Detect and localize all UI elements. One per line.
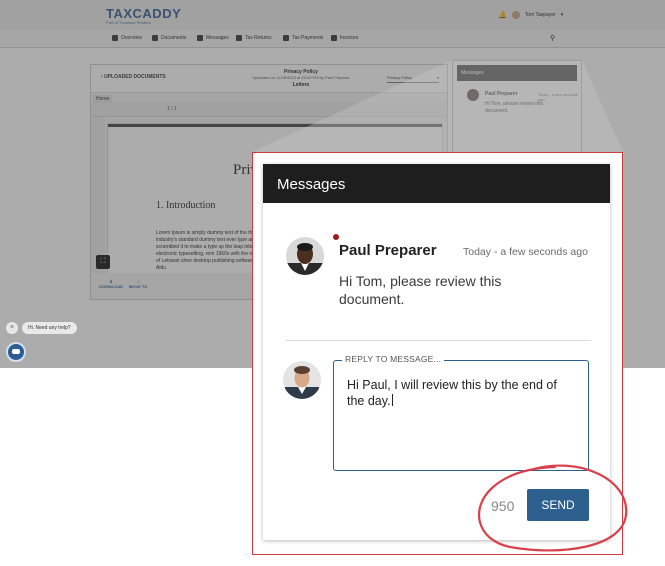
- divider: [286, 340, 591, 341]
- send-button[interactable]: SEND: [527, 489, 589, 521]
- reply-textarea[interactable]: REPLY TO MESSAGE... Hi Paul, I will revi…: [333, 354, 589, 471]
- messages-card: Messages Paul Preparer Today - a few sec…: [263, 164, 610, 540]
- reply-text: Hi Paul, I will review this by the end o…: [347, 377, 572, 409]
- reply-text-value: Hi Paul, I will review this by the end o…: [347, 378, 557, 408]
- screenshot-stage: TAXCADDY Part of Thomson Reuters 🔔 Tom T…: [0, 0, 665, 566]
- sender-name: Paul Preparer: [339, 242, 437, 259]
- user-avatar: [283, 361, 321, 399]
- messages-title: Messages: [277, 176, 346, 193]
- zoomed-messages-frame: Messages Paul Preparer Today - a few sec…: [252, 152, 623, 555]
- help-chat-text[interactable]: Hi. Need any help?: [22, 322, 77, 334]
- messages-header: Messages: [263, 164, 610, 203]
- reply-label: REPLY TO MESSAGE...: [342, 354, 445, 364]
- chat-launcher-button[interactable]: [6, 342, 26, 362]
- unread-indicator: [333, 234, 339, 240]
- close-icon[interactable]: ×: [6, 322, 18, 334]
- message-text: Hi Tom, please review this document.: [339, 273, 502, 307]
- character-count: 950: [491, 498, 515, 514]
- help-chat-hint: × Hi. Need any help?: [6, 322, 77, 334]
- sender-avatar: [286, 237, 324, 275]
- text-cursor: [391, 394, 393, 406]
- message-timestamp: Today - a few seconds ago: [463, 246, 588, 258]
